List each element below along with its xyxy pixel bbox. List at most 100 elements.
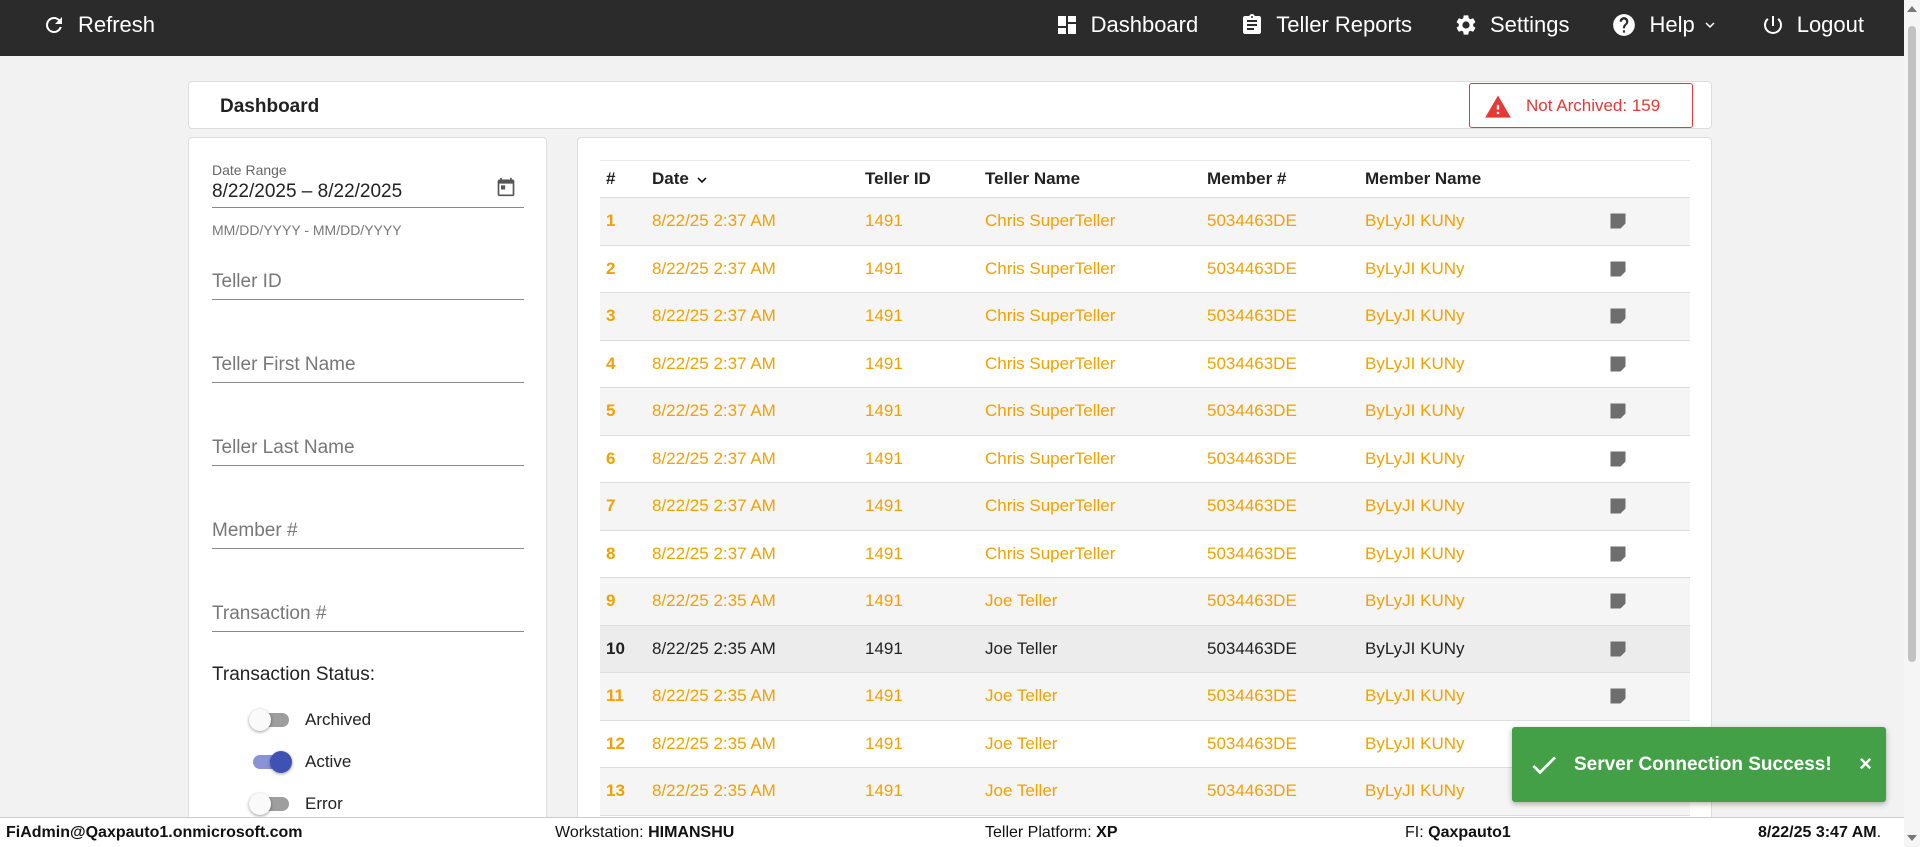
status-datetime-value: 8/22/25 3:47 AM: [1758, 824, 1877, 841]
table-row[interactable]: 4 8/22/25 2:37 AM 1491 Chris SuperTeller 503…: [600, 340, 1690, 388]
cell-date: 8/22/25 2:37 AM: [646, 387, 859, 436]
gear-icon: [1456, 15, 1476, 35]
teller-first-name-placeholder: Teller First Name: [212, 354, 356, 375]
cell-teller-id: 1491: [859, 577, 979, 626]
nav-settings-label: Settings: [1489, 12, 1570, 37]
cell-teller-name: Joe Teller: [979, 767, 1201, 816]
toggle-archived[interactable]: Archived: [249, 709, 371, 731]
member-number-placeholder: Member #: [212, 520, 298, 541]
archived-switch[interactable]: [249, 709, 291, 731]
nav-logout[interactable]: Logout: [1761, 12, 1864, 38]
cell-date: 8/22/25 2:37 AM: [646, 292, 859, 341]
cell-teller-id: 1491: [859, 767, 979, 816]
cell-teller-name: Chris SuperTeller: [979, 245, 1201, 293]
column-header-date[interactable]: Date: [646, 160, 859, 198]
cell-number: 10: [600, 625, 646, 673]
toggle-active[interactable]: Active: [249, 751, 351, 773]
cell-date: 8/22/25 2:35 AM: [646, 625, 859, 673]
cell-date: 8/22/25 2:37 AM: [646, 197, 859, 246]
cell-member-number: 5034463DE: [1201, 292, 1359, 341]
cell-date: 8/22/25 2:37 AM: [646, 530, 859, 578]
column-header-teller-id[interactable]: Teller ID: [859, 160, 979, 198]
chevron-down-icon: [1705, 22, 1715, 28]
cell-number: 2: [600, 245, 646, 293]
scroll-down-arrow-icon[interactable]: [1907, 835, 1917, 841]
table-row[interactable]: 10 8/22/25 2:35 AM 1491 Joe Teller 5034463DE…: [600, 625, 1690, 673]
status-workstation-value: HIMANSHU: [648, 824, 735, 841]
toggle-error[interactable]: Error: [249, 793, 343, 815]
table-row[interactable]: 5 8/22/25 2:37 AM 1491 Chris SuperTeller 503…: [600, 387, 1690, 436]
connection-toast: Server Connection Success! ×: [1512, 727, 1886, 802]
cell-note: [1604, 340, 1690, 388]
note-icon[interactable]: [1608, 496, 1628, 516]
note-icon[interactable]: [1608, 354, 1628, 374]
nav-settings[interactable]: Settings: [1454, 12, 1570, 38]
column-header-member-number[interactable]: Member #: [1201, 160, 1359, 198]
table-row[interactable]: 1 8/22/25 2:37 AM 1491 Chris SuperTeller 503…: [600, 197, 1690, 246]
nav-dashboard[interactable]: Dashboard: [1055, 12, 1198, 38]
table-row[interactable]: 9 8/22/25 2:35 AM 1491 Joe Teller 5034463DE B…: [600, 577, 1690, 626]
note-icon[interactable]: [1608, 686, 1628, 706]
active-switch[interactable]: [249, 751, 292, 773]
nav-teller-reports-label: Teller Reports: [1276, 12, 1412, 37]
note-icon[interactable]: [1608, 401, 1628, 421]
cell-note: [1604, 482, 1690, 531]
column-header-number[interactable]: #: [600, 160, 646, 198]
table-row[interactable]: 6 8/22/25 2:37 AM 1491 Chris SuperTeller 503…: [600, 435, 1690, 483]
cell-member-number: 5034463DE: [1201, 245, 1359, 293]
cell-teller-name: Chris SuperTeller: [979, 387, 1201, 436]
table-row[interactable]: 2 8/22/25 2:37 AM 1491 Chris SuperTeller 503…: [600, 245, 1690, 293]
note-icon[interactable]: [1608, 544, 1628, 564]
note-icon[interactable]: [1608, 259, 1628, 279]
cell-number: 8: [600, 530, 646, 578]
cell-note: [1604, 245, 1690, 293]
status-bar: FiAdmin@Qaxpauto1.onmicrosoft.com Workst…: [0, 817, 1920, 847]
filter-panel: Date Range 8/22/2025 – 8/22/2025 MM/DD/Y…: [188, 137, 547, 827]
cell-number: 1: [600, 197, 646, 246]
toast-close-button[interactable]: ×: [1859, 751, 1872, 777]
cell-member-name: ByLyJI KUNy: [1359, 530, 1604, 578]
archived-label: Archived: [305, 710, 372, 729]
teller-first-name-field[interactable]: Teller First Name: [212, 352, 524, 383]
page-scrollbar[interactable]: [1904, 0, 1920, 847]
teller-id-field[interactable]: Teller ID: [212, 269, 524, 300]
cell-teller-name: Joe Teller: [979, 577, 1201, 626]
table-header-row: # Date Teller ID Teller Name Member # Me…: [600, 160, 1690, 198]
note-icon[interactable]: [1608, 639, 1628, 659]
cell-member-name: ByLyJI KUNy: [1359, 292, 1604, 341]
cell-number: 6: [600, 435, 646, 483]
refresh-button[interactable]: Refresh: [42, 12, 155, 38]
table-row[interactable]: 7 8/22/25 2:37 AM 1491 Chris SuperTeller 503…: [600, 482, 1690, 531]
table-row[interactable]: 8 8/22/25 2:37 AM 1491 Chris SuperTeller 503…: [600, 530, 1690, 578]
cell-member-number: 5034463DE: [1201, 577, 1359, 626]
nav-help[interactable]: Help: [1611, 12, 1718, 38]
sort-descending-icon[interactable]: [693, 171, 711, 189]
error-switch[interactable]: [249, 793, 291, 815]
table-row[interactable]: 11 8/22/25 2:35 AM 1491 Joe Teller 5034463DE…: [600, 672, 1690, 721]
date-range-label: Date Range: [212, 162, 287, 178]
member-number-field[interactable]: Member #: [212, 518, 524, 549]
nav-teller-reports[interactable]: Teller Reports: [1240, 12, 1412, 38]
not-archived-badge[interactable]: Not Archived: 159: [1469, 83, 1693, 128]
date-range-value[interactable]: 8/22/2025 – 8/22/2025: [212, 181, 524, 207]
scroll-up-arrow-icon[interactable]: [1907, 6, 1917, 12]
teller-last-name-field[interactable]: Teller Last Name: [212, 435, 524, 466]
column-header-member-name[interactable]: Member Name: [1359, 160, 1604, 198]
transaction-number-field[interactable]: Transaction #: [212, 601, 524, 632]
cell-member-name: ByLyJI KUNy: [1359, 577, 1604, 626]
scrollbar-thumb[interactable]: [1908, 26, 1916, 662]
note-icon[interactable]: [1608, 449, 1628, 469]
active-label: Active: [305, 752, 352, 771]
column-header-teller-name[interactable]: Teller Name: [979, 160, 1201, 198]
date-range-field[interactable]: Date Range 8/22/2025 – 8/22/2025: [212, 162, 524, 208]
table-row[interactable]: 3 8/22/25 2:37 AM 1491 Chris SuperTeller 503…: [600, 292, 1690, 341]
status-workstation: Workstation: HIMANSHU: [555, 824, 734, 842]
status-workstation-label: Workstation:: [555, 824, 644, 841]
calendar-icon[interactable]: [496, 177, 516, 197]
note-icon[interactable]: [1608, 306, 1628, 326]
note-icon[interactable]: [1608, 591, 1628, 611]
help-icon: [1613, 14, 1636, 36]
column-header-notes: [1604, 160, 1690, 198]
cell-teller-name: Chris SuperTeller: [979, 292, 1201, 341]
note-icon[interactable]: [1608, 211, 1628, 231]
